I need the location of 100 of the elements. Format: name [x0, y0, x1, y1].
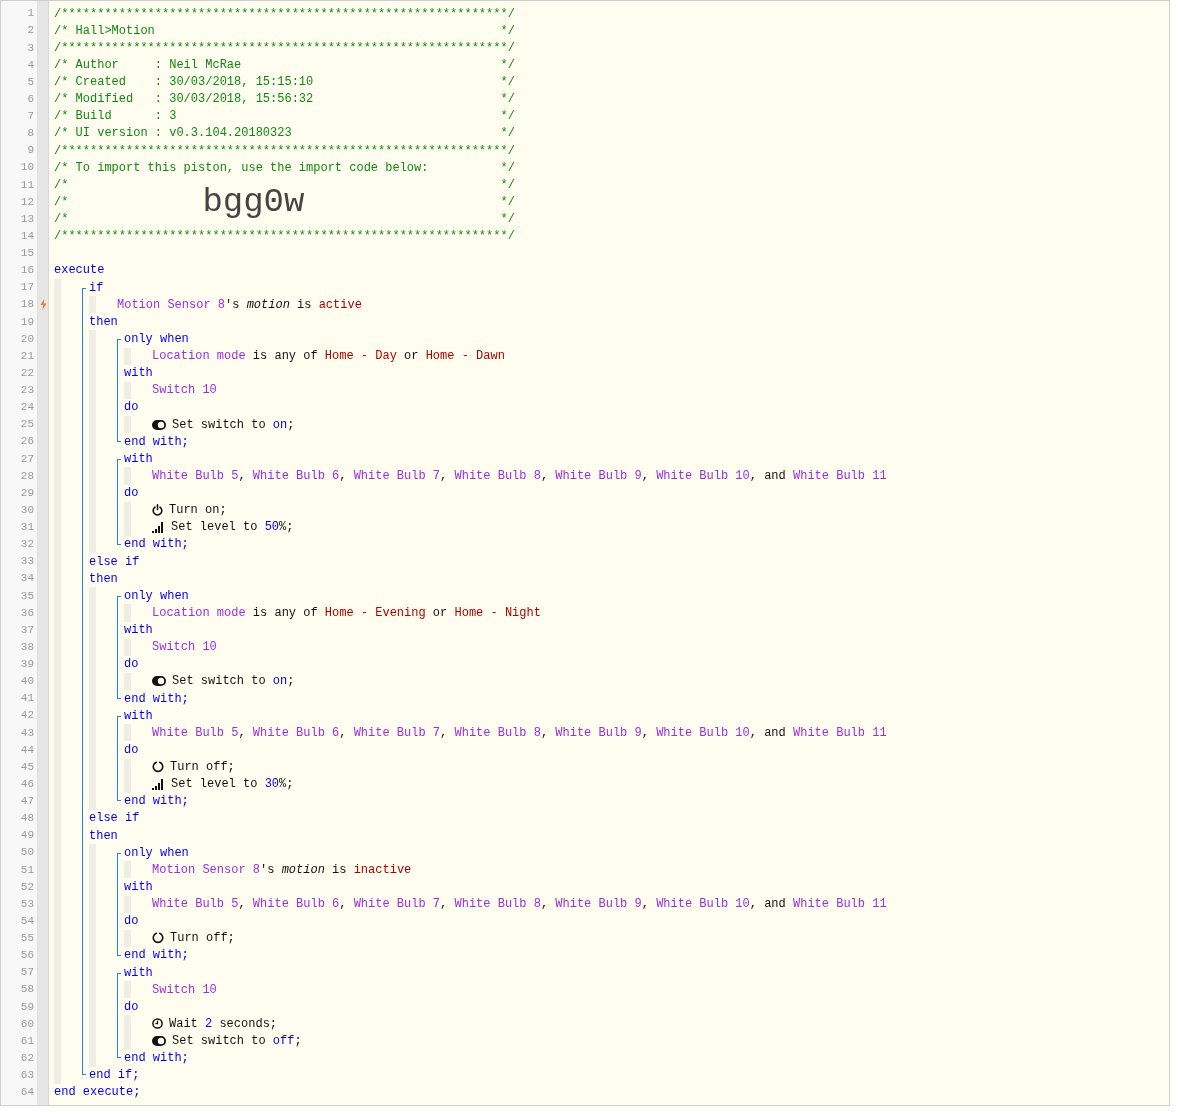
keyword: with: [124, 707, 153, 725]
comment-text: /* Created : 30/03/2018, 15:15:10: [54, 74, 314, 92]
import-code: bgg0w: [202, 184, 305, 219]
device-name: White Bulb 10: [656, 724, 750, 742]
keyword: execute: [54, 262, 105, 280]
code-text: %;: [279, 776, 294, 794]
line-number: 8: [27, 126, 34, 142]
ring-icon: [152, 932, 164, 945]
code-text: , and: [749, 724, 787, 742]
device-name: White Bulb 8: [454, 724, 541, 742]
line-number: 42: [20, 708, 34, 724]
device-name: White Bulb 11: [793, 724, 887, 742]
code-text: Turn off;: [170, 759, 235, 777]
toggle-icon: [152, 676, 166, 687]
code-text: , and: [749, 896, 787, 914]
device-name: White Bulb 11: [793, 467, 887, 485]
code-text: Set switch to: [172, 416, 267, 434]
line-number: 35: [20, 588, 34, 604]
literal-value: off: [272, 1033, 295, 1051]
literal-value: on: [272, 416, 288, 434]
value-text: Home - Dawn: [425, 348, 505, 366]
code-text: ,: [540, 896, 550, 914]
value-text: Home - Day: [324, 348, 397, 366]
line-number: 13: [20, 211, 34, 227]
line-number: 25: [20, 417, 34, 433]
device-name: White Bulb 7: [353, 896, 441, 914]
device-name: White Bulb 10: [656, 896, 750, 914]
code-text: ;: [287, 673, 295, 691]
device-name: White Bulb 10: [656, 467, 750, 485]
line-number: 17: [20, 280, 34, 296]
line-number: 2: [27, 23, 34, 39]
signal-bars-icon: [152, 521, 165, 533]
line-number: 30: [20, 502, 34, 518]
code-text: , and: [749, 467, 787, 485]
line-number: 43: [20, 725, 34, 741]
line-number: 23: [20, 383, 34, 399]
comment-text: /**************************************************************/: [54, 142, 515, 160]
keyword: then: [89, 827, 118, 845]
line-number: 27: [20, 451, 34, 467]
keyword: with: [124, 964, 153, 982]
comment-text: */: [500, 74, 515, 92]
code-text: ,: [641, 467, 650, 485]
device-name: Switch 10: [152, 981, 217, 999]
line-number: 45: [20, 759, 34, 775]
keyword: then: [89, 313, 118, 331]
code-text: 's: [260, 861, 276, 879]
comment-text: */: [500, 193, 515, 211]
line-number: 50: [20, 845, 34, 861]
code-text: ,: [440, 467, 449, 485]
code-text: Set level to: [171, 519, 259, 537]
value-text: inactive: [353, 861, 412, 879]
line-number: 60: [20, 1016, 34, 1032]
line-number: 47: [20, 794, 34, 810]
toggle-icon: [152, 1036, 166, 1047]
toggle-icon: [152, 419, 166, 430]
line-number: 38: [20, 639, 34, 655]
code-text: or: [403, 348, 420, 366]
comment-text: */: [500, 91, 515, 109]
device-name: White Bulb 9: [555, 467, 642, 485]
keyword: end with;: [124, 947, 189, 965]
keyword: with: [124, 365, 153, 383]
keyword: end with;: [124, 433, 189, 451]
line-number: 3: [27, 40, 34, 56]
keyword: do: [124, 656, 139, 674]
code-text: Turn on;: [169, 502, 227, 520]
code-text: Set switch to: [172, 673, 267, 691]
comment-text: */: [500, 22, 515, 40]
code-text: ,: [238, 896, 247, 914]
device-name: White Bulb 8: [454, 896, 541, 914]
keyword: with: [124, 450, 153, 468]
power-icon: [152, 504, 163, 517]
line-number: 9: [27, 143, 34, 159]
keyword: else if: [89, 810, 140, 828]
device-name: White Bulb 9: [555, 896, 642, 914]
line-number: 41: [20, 691, 34, 707]
line-number: 54: [20, 913, 34, 929]
code-text: ,: [238, 724, 247, 742]
keyword: with: [124, 622, 153, 640]
comment-text: */: [500, 108, 515, 126]
code-text: ,: [440, 724, 449, 742]
line-number: 37: [20, 622, 34, 638]
code-text: is any of: [251, 348, 319, 366]
code-text: is any of: [251, 604, 319, 622]
line-number: 14: [20, 228, 34, 244]
keyword: do: [124, 399, 139, 417]
keyword: if: [89, 279, 104, 297]
line-number: 18: [20, 297, 34, 313]
line-number: 56: [20, 948, 34, 964]
value-text: Home - Night: [454, 604, 541, 622]
line-number: 5: [27, 74, 34, 90]
line-number: 26: [20, 434, 34, 450]
line-number: 1: [27, 6, 34, 22]
line-number: 51: [20, 862, 34, 878]
attribute-name: motion: [246, 296, 290, 314]
keyword: end with;: [124, 536, 189, 554]
line-number: 53: [20, 896, 34, 912]
code-text: seconds;: [218, 1015, 278, 1033]
device-name: White Bulb 7: [353, 467, 441, 485]
attribute-name: motion: [281, 861, 325, 879]
code-text: Wait: [169, 1015, 199, 1033]
